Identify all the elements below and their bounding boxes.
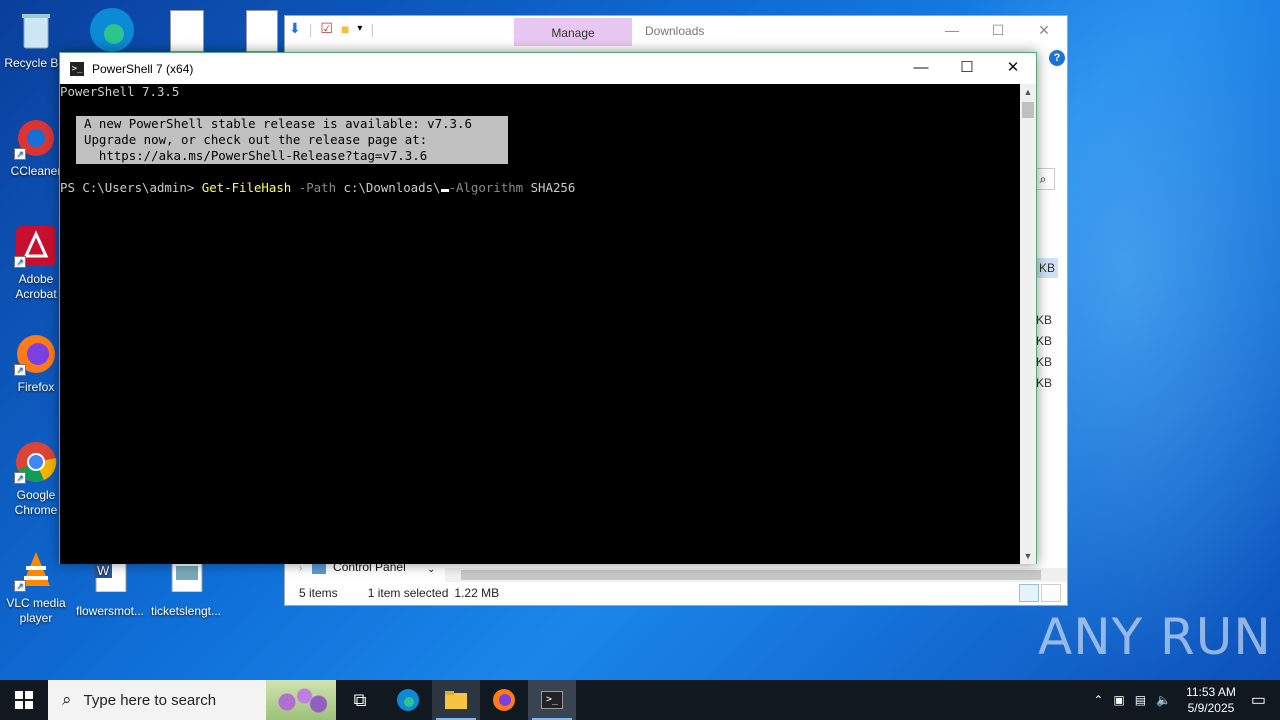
volume-icon[interactable]: 🔈 xyxy=(1156,693,1171,707)
status-bar: 5 items 1 item selected 1.22 MB xyxy=(285,581,1067,605)
help-icon[interactable]: ? xyxy=(1049,50,1065,66)
task-view-button[interactable]: ⧉ xyxy=(336,680,384,720)
taskbar-file-explorer[interactable] xyxy=(432,680,480,720)
desktop-icon-ticketslengt[interactable]: ticketslengt... xyxy=(150,556,222,619)
taskbar: ⌕ Type here to search ⧉ >_ ⌃ ▣ ▤ 🔈 11:53… xyxy=(0,680,1280,720)
search-icon: ⌕ xyxy=(1039,172,1047,186)
search-highlight-image xyxy=(266,680,336,720)
size-cell: KB xyxy=(1036,376,1053,390)
system-tray: ⌃ ▣ ▤ 🔈 11:53 AM 5/9/2025 ▭ xyxy=(1088,680,1280,720)
acrobat-icon: ↗ xyxy=(14,224,58,268)
prompt: PS C:\Users\admin> xyxy=(60,180,202,195)
window-controls: — ☐ ✕ xyxy=(929,16,1067,44)
minimize-button[interactable]: — xyxy=(929,16,975,44)
cmdlet: Get-FileHash xyxy=(201,180,292,195)
chevron-up-icon[interactable]: ⌃ xyxy=(1093,693,1103,707)
svg-text:W: W xyxy=(97,563,110,578)
text-cursor xyxy=(440,180,449,192)
folder-icon xyxy=(445,691,467,709)
display-icon[interactable]: ▣ xyxy=(1113,693,1124,707)
parameter-algorithm: -Algorithm xyxy=(448,180,524,195)
search-placeholder: Type here to search xyxy=(83,691,217,709)
close-button[interactable]: ✕ xyxy=(1021,16,1067,44)
chevron-down-icon[interactable]: ▾ xyxy=(357,23,362,34)
selected-count: 1 item selected xyxy=(367,586,449,600)
powershell-titlebar[interactable]: >_ PowerShell 7 (x64) — ☐ ✕ xyxy=(60,53,1036,84)
ccleaner-icon: ↗ xyxy=(14,116,58,160)
desktop-icon-edge-partial[interactable] xyxy=(88,6,136,52)
edge-icon xyxy=(397,689,419,711)
task-view-icon: ⧉ xyxy=(353,689,367,710)
start-button[interactable] xyxy=(0,680,48,720)
desktop-icon-flowersmot[interactable]: W flowersmot... xyxy=(74,556,146,619)
new-folder-icon[interactable]: ■ xyxy=(341,21,349,37)
clock-time: 11:53 AM xyxy=(1186,685,1236,699)
explorer-titlebar[interactable]: ⬇ | ☑ ■ ▾ | Manage Downloads — ☐ ✕ xyxy=(285,16,1067,46)
scroll-up-icon[interactable]: ▲ xyxy=(1020,84,1036,100)
size-cell: KB xyxy=(1036,258,1059,278)
quick-access-toolbar[interactable]: ⬇ | ☑ ■ ▾ | xyxy=(289,20,374,37)
close-button[interactable]: ✕ xyxy=(990,53,1036,83)
window-title: PowerShell 7 (x64) xyxy=(92,61,194,76)
clock[interactable]: 11:53 AM 5/9/2025 xyxy=(1186,684,1236,716)
tab-manage[interactable]: Manage xyxy=(514,18,632,46)
powershell-icon: >_ xyxy=(70,61,84,76)
network-icon[interactable]: ▤ xyxy=(1135,693,1146,707)
download-arrow-icon[interactable]: ⬇ xyxy=(289,20,301,37)
parameter-path: -Path xyxy=(298,180,337,195)
scrollbar-thumb[interactable] xyxy=(461,570,1041,580)
edge-icon xyxy=(90,8,134,52)
window-title: Downloads xyxy=(645,24,705,38)
desktop-icon-image-partial-2[interactable] xyxy=(246,10,278,52)
maximize-button[interactable]: ☐ xyxy=(944,53,990,83)
version-line: PowerShell 7.3.5 xyxy=(60,84,180,99)
anyrun-watermark: ANY RUN xyxy=(1038,608,1272,666)
details-view-button[interactable] xyxy=(1019,584,1039,602)
size-cell: KB xyxy=(1036,313,1053,327)
chevron-down-icon[interactable]: ⌄ xyxy=(427,564,435,575)
notifications-icon[interactable]: ▭ xyxy=(1251,690,1266,710)
properties-icon[interactable]: ☑ xyxy=(320,20,333,37)
command-line[interactable]: PS C:\Users\admin> Get-FileHash -Path c:… xyxy=(60,180,575,196)
horizontal-scrollbar[interactable] xyxy=(445,568,1067,582)
firefox-icon: ↗ xyxy=(14,332,58,376)
scroll-down-icon[interactable]: ▼ xyxy=(1020,548,1036,564)
taskbar-firefox[interactable] xyxy=(480,680,528,720)
size-cell: KB xyxy=(1036,355,1053,369)
vlc-icon: ↗ xyxy=(14,548,58,592)
taskbar-edge[interactable] xyxy=(384,680,432,720)
recycle-bin-icon xyxy=(14,8,58,52)
powershell-icon: >_ xyxy=(541,691,563,709)
chevron-right-icon: › xyxy=(299,563,303,574)
desktop-icon-image-partial-1[interactable] xyxy=(170,10,204,52)
window-controls: — ☐ ✕ xyxy=(898,53,1036,83)
search-icon: ⌕ xyxy=(62,690,72,709)
item-count: 5 items xyxy=(299,586,338,600)
update-notice: A new PowerShell stable release is avail… xyxy=(76,116,508,164)
vertical-scrollbar[interactable]: ▲ ▼ xyxy=(1020,84,1036,564)
selected-size: 1.22 MB xyxy=(454,586,500,600)
view-toggle xyxy=(1019,584,1061,602)
scrollbar-thumb[interactable] xyxy=(1022,102,1034,118)
taskbar-search-box[interactable]: ⌕ Type here to search xyxy=(48,680,336,720)
path-argument: c:\Downloads\ xyxy=(343,180,441,195)
large-icons-view-button[interactable] xyxy=(1041,584,1061,602)
powershell-window[interactable]: >_ PowerShell 7 (x64) — ☐ ✕ PowerShell 7… xyxy=(59,52,1037,564)
maximize-button[interactable]: ☐ xyxy=(975,16,1021,44)
windows-logo-icon xyxy=(15,691,33,709)
firefox-icon xyxy=(493,689,515,711)
size-cell: KB xyxy=(1036,334,1053,348)
chrome-icon: ↗ xyxy=(14,440,58,484)
console-area[interactable]: PowerShell 7.3.5 A new PowerShell stable… xyxy=(60,84,1021,564)
taskbar-powershell[interactable]: >_ xyxy=(528,680,576,720)
clock-date: 5/9/2025 xyxy=(1187,701,1235,715)
minimize-button[interactable]: — xyxy=(898,53,944,83)
algorithm-argument: SHA256 xyxy=(530,180,576,195)
